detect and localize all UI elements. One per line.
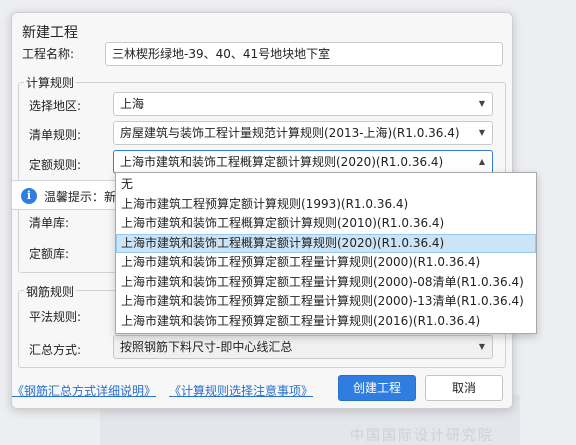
- tip-bar: i 温馨提示：新: [11, 180, 119, 210]
- quota-rule-dropdown-list: 无 上海市建筑工程预算定额计算规则(1993)(R1.0.36.4) 上海市建筑…: [115, 172, 537, 334]
- summary-method-select[interactable]: 按照钢筋下料尺寸-即中心线汇总 ▼: [113, 335, 493, 359]
- create-project-button[interactable]: 创建工程: [338, 375, 416, 401]
- chevron-up-icon: ▲: [478, 157, 485, 166]
- project-name-label: 工程名称:: [22, 47, 75, 61]
- region-label: 选择地区:: [29, 99, 82, 113]
- bill-rule-label: 清单规则:: [29, 128, 82, 142]
- background-watermark: 中国国际设计研究院: [350, 428, 494, 444]
- chevron-down-icon: ▼: [478, 342, 485, 351]
- dialog-title: 新建工程: [22, 25, 78, 41]
- dropdown-option[interactable]: 上海市建筑和装饰工程预算定额工程量计算规则(2000)-08清单(R1.0.36…: [116, 273, 536, 293]
- cancel-button[interactable]: 取消: [425, 375, 503, 401]
- quota-rule-select[interactable]: 上海市建筑和装饰工程概算定额计算规则(2020)(R1.0.36.4) ▲: [113, 150, 493, 174]
- summary-method-value: 按照钢筋下料尺寸-即中心线汇总: [120, 340, 293, 354]
- tip-text: 温馨提示：新: [44, 190, 117, 204]
- flat-rule-label: 平法规则:: [29, 310, 82, 324]
- dropdown-option[interactable]: 无: [116, 175, 536, 195]
- info-icon: i: [21, 188, 37, 204]
- dropdown-option[interactable]: 上海市建筑工程预算定额计算规则(1993)(R1.0.36.4): [116, 195, 536, 215]
- chevron-down-icon: ▼: [478, 99, 485, 108]
- bill-rule-select-value: 房屋建筑与装饰工程计量规范计算规则(2013-上海)(R1.0.36.4): [120, 126, 460, 140]
- calc-rules-legend: 计算规则: [24, 74, 77, 91]
- dropdown-option[interactable]: 上海市建筑和装饰工程概算定额计算规则(2010)(R1.0.36.4): [116, 214, 536, 234]
- dropdown-option-selected[interactable]: 上海市建筑和装饰工程概算定额计算规则(2020)(R1.0.36.4): [116, 233, 536, 253]
- quota-rule-label: 定额规则:: [29, 158, 82, 172]
- chevron-down-icon: ▼: [478, 128, 485, 137]
- dropdown-option[interactable]: 上海市建筑和装饰工程预算定额工程量计算规则(2000)(R1.0.36.4): [116, 253, 536, 273]
- calc-rule-notes-link[interactable]: 《计算规则选择注意事项》: [169, 382, 313, 399]
- rebar-rules-legend: 钢筋规则: [24, 283, 77, 300]
- bill-rule-select[interactable]: 房屋建筑与装饰工程计量规范计算规则(2013-上海)(R1.0.36.4) ▼: [113, 121, 493, 145]
- project-name-input[interactable]: 三林楔形绿地-39、40、41号地块地下室: [105, 42, 503, 66]
- region-select[interactable]: 上海 ▼: [113, 92, 493, 116]
- quota-rule-select-value: 上海市建筑和装饰工程概算定额计算规则(2020)(R1.0.36.4): [120, 155, 444, 169]
- dropdown-option[interactable]: 上海市建筑和装饰工程预算定额工程量计算规则(2000)-13清单(R1.0.36…: [116, 292, 536, 312]
- rebar-summary-help-link[interactable]: 《钢筋汇总方式详细说明》: [12, 382, 156, 399]
- bill-lib-label: 清单库:: [29, 216, 70, 230]
- dropdown-option[interactable]: 上海市建筑和装饰工程预算定额工程量计算规则(2016)(R1.0.36.4): [116, 312, 536, 332]
- summary-method-label: 汇总方式:: [29, 343, 82, 357]
- quota-lib-label: 定额库:: [29, 247, 70, 261]
- region-select-value: 上海: [120, 97, 145, 111]
